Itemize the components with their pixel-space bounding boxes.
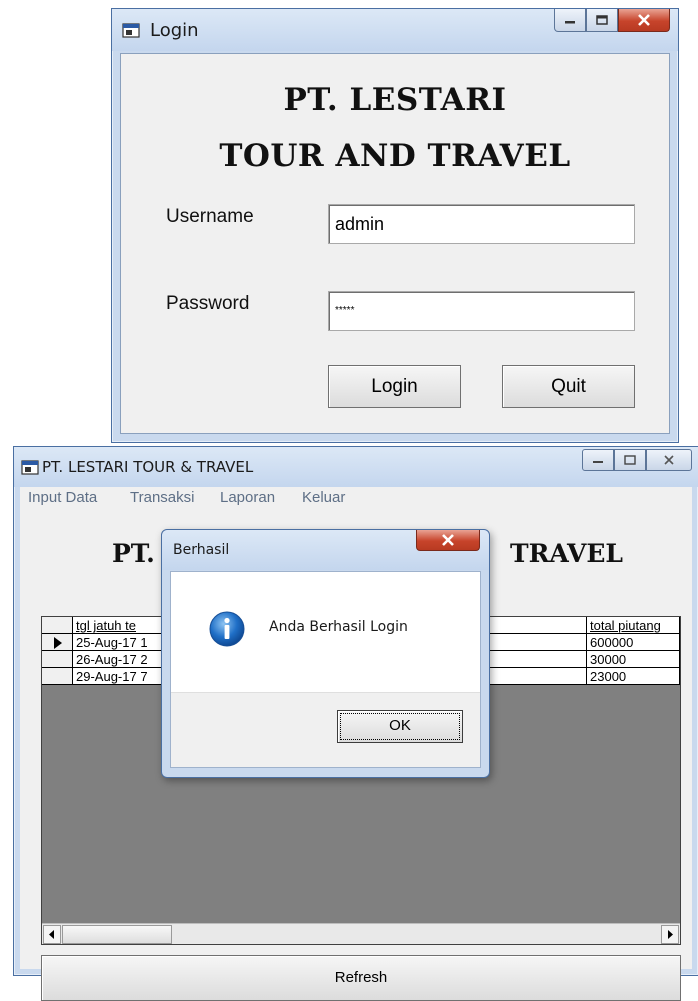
main-heading-right: TRAVEL (510, 539, 623, 568)
message-box-titlebar[interactable]: Berhasil (162, 530, 489, 570)
grid-row-header[interactable] (42, 651, 73, 668)
minimize-button[interactable] (554, 9, 586, 32)
login-button[interactable]: Login (328, 365, 461, 408)
arrow-left-icon (49, 930, 54, 939)
ok-button[interactable]: OK (337, 710, 463, 743)
menu-item-input-data[interactable]: Input Data (28, 489, 97, 506)
row-pointer-icon (54, 637, 62, 649)
login-titlebar[interactable]: Login (112, 9, 678, 51)
close-button[interactable] (618, 9, 670, 32)
maximize-icon (596, 15, 608, 25)
grid-header-total-piutang[interactable]: total piutang (587, 617, 680, 634)
close-button[interactable] (416, 530, 480, 551)
arrow-right-icon (668, 930, 673, 939)
company-name-line2: TOUR AND TRAVEL (219, 138, 571, 174)
main-window-title: PT. LESTARI TOUR & TRAVEL (42, 458, 254, 476)
table-cell[interactable]: 30000 (587, 651, 680, 668)
message-box-footer: OK (171, 692, 480, 767)
minimize-icon (565, 21, 575, 24)
username-input[interactable]: admin (328, 204, 635, 244)
message-box-dialog: Berhasil Anda Berhasil Login OK (161, 529, 490, 778)
close-icon (664, 455, 674, 465)
message-box-body: Anda Berhasil Login OK (170, 571, 481, 768)
maximize-icon (624, 455, 636, 465)
close-button[interactable] (646, 449, 692, 471)
scroll-right-button[interactable] (661, 925, 679, 944)
close-icon (638, 14, 650, 26)
password-label: Password (166, 293, 250, 314)
close-icon (442, 534, 454, 546)
minimize-button[interactable] (582, 449, 614, 471)
menu-item-laporan[interactable]: Laporan (220, 489, 275, 506)
main-heading-left: PT. (112, 539, 155, 568)
scroll-thumb[interactable] (62, 925, 172, 944)
login-client-area: PT. LESTARI TOUR AND TRAVEL Username adm… (120, 53, 670, 434)
message-text: Anda Berhasil Login (269, 619, 408, 635)
main-titlebar[interactable]: PT. LESTARI TOUR & TRAVEL (14, 447, 698, 487)
maximize-button[interactable] (586, 9, 618, 32)
login-window-title: Login (150, 20, 199, 41)
scroll-left-button[interactable] (43, 925, 61, 944)
menu-item-keluar[interactable]: Keluar (302, 489, 345, 506)
menu-bar: Input Data Transaksi Laporan Keluar (20, 487, 692, 509)
maximize-button[interactable] (614, 449, 646, 471)
table-cell[interactable]: 600000 (587, 634, 680, 651)
menu-item-transaksi[interactable]: Transaksi (130, 489, 194, 506)
app-icon (122, 23, 140, 38)
quit-button[interactable]: Quit (502, 365, 635, 408)
username-label: Username (166, 206, 254, 227)
refresh-button[interactable]: Refresh (41, 955, 681, 1001)
password-input[interactable]: ***** (328, 291, 635, 331)
grid-row-header-selected[interactable] (42, 634, 73, 651)
message-box-title: Berhasil (173, 542, 230, 558)
info-icon (209, 611, 245, 647)
app-icon (21, 460, 39, 475)
login-window: Login PT. LESTARI TOUR AND TRAVEL Userna… (111, 8, 679, 443)
minimize-icon (593, 461, 603, 463)
grid-horizontal-scrollbar[interactable] (42, 923, 680, 944)
grid-row-header[interactable] (42, 668, 73, 685)
table-cell[interactable]: 23000 (587, 668, 680, 685)
company-name-line1: PT. LESTARI (283, 82, 507, 118)
grid-corner (42, 617, 73, 634)
